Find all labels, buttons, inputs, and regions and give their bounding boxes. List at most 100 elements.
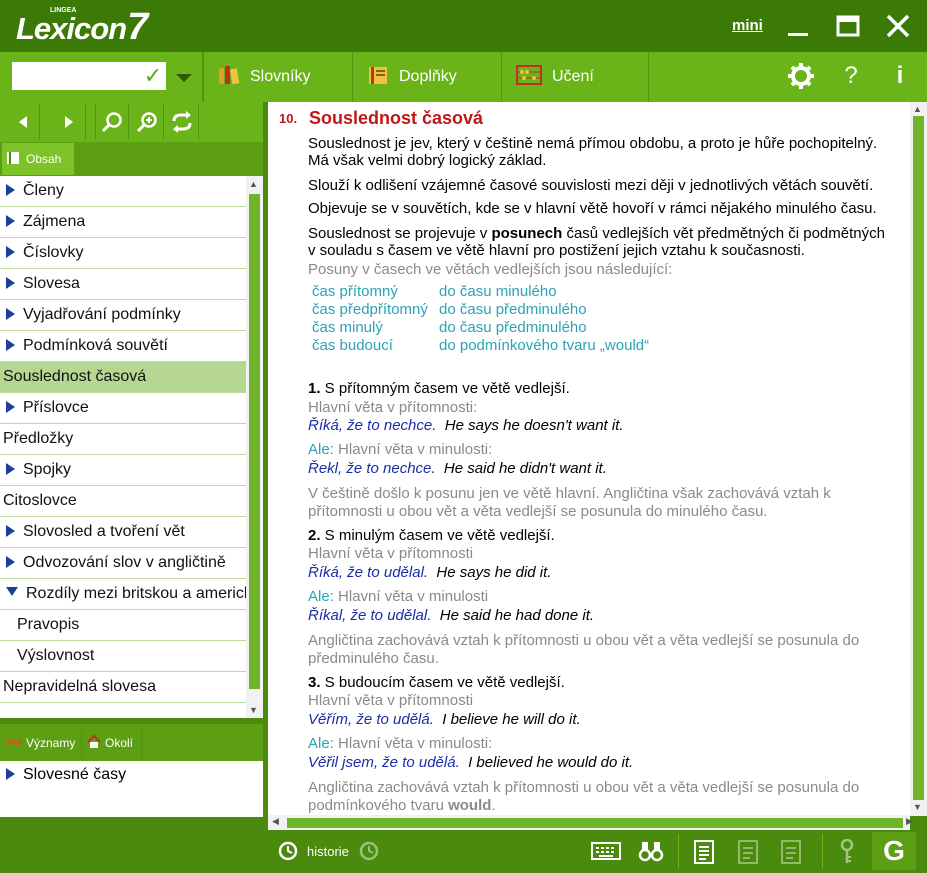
list-item[interactable]: Číslovky	[0, 238, 246, 269]
list-item[interactable]: Slovesa	[0, 269, 246, 300]
scroll-up-icon[interactable]: ▲	[913, 104, 922, 114]
list-item[interactable]: Spojky	[0, 455, 246, 486]
help-icon[interactable]: ?	[841, 62, 861, 90]
list-item[interactable]: Podmínková souvětí	[0, 331, 246, 362]
minimize-icon[interactable]	[786, 14, 810, 38]
list-item[interactable]: Nepravidelná slovesa	[0, 672, 246, 703]
tab-obsah[interactable]: Obsah	[2, 143, 74, 175]
label: Ale: Hlavní věta v minulosti:	[308, 441, 493, 458]
example: Řekl, že to nechce. He said he didn't wa…	[308, 460, 607, 477]
list-item[interactable]: Předložky	[0, 424, 246, 455]
scroll-down-icon[interactable]: ▼	[913, 802, 922, 812]
keyboard-icon[interactable]	[591, 841, 621, 861]
tab-doplnky[interactable]: Doplňky	[352, 52, 500, 102]
list-item-label: Spojky	[23, 461, 72, 478]
scroll-left-icon[interactable]: ◀	[272, 816, 279, 827]
left-scrollbar-thumb[interactable]	[249, 194, 260, 689]
article-title: Souslednost časová	[309, 108, 484, 128]
list-item-label: Zájmena	[23, 213, 86, 230]
example: Říkal, že to udělal. He said he had done…	[308, 607, 595, 624]
expand-arrow-icon[interactable]	[6, 277, 15, 289]
example: Věřím, že to udělá. I believe he will do…	[308, 711, 581, 728]
list-item-label: Slovesa	[23, 275, 80, 292]
list-item[interactable]: Slovosled a tvoření vět	[0, 517, 246, 548]
example: Říká, že to udělal. He says he did it.	[308, 564, 552, 581]
back-icon[interactable]	[6, 104, 40, 140]
paragraph: v souladu s časem ve větě hlavní pro pos…	[308, 242, 805, 259]
mini-mode-link[interactable]: mini	[732, 17, 763, 34]
expand-arrow-icon[interactable]	[6, 556, 15, 568]
history-forward-icon[interactable]	[358, 840, 380, 862]
expand-arrow-icon[interactable]	[6, 184, 15, 196]
list-item-label: Citoslovce	[3, 492, 77, 509]
paragraph: Posuny v časech ve větách vedlejších jso…	[308, 261, 673, 278]
tab-obsah-label: Obsah	[26, 152, 62, 166]
history-icon[interactable]	[277, 840, 299, 862]
table-cell: čas přítomný	[312, 283, 398, 300]
list-item[interactable]: Rozdíly mezi britskou a americkou	[0, 579, 246, 610]
expand-arrow-icon[interactable]	[6, 463, 15, 475]
book-open-icon	[6, 151, 20, 168]
scroll-right-icon[interactable]: ▶	[906, 816, 913, 827]
list-item[interactable]: Výslovnost	[0, 641, 246, 672]
related-item[interactable]: Slovesné časy	[0, 765, 126, 785]
search-icon[interactable]	[95, 104, 129, 140]
list-item[interactable]: Pravopis	[0, 610, 246, 641]
document-icon-2[interactable]	[738, 840, 758, 864]
tab-uceni[interactable]: Učení	[501, 52, 649, 102]
paragraph: Objevuje se v souvětích, kde se v hlavní…	[308, 200, 877, 217]
list-item[interactable]: Odvozování slov v angličtině	[0, 548, 246, 579]
scroll-down-icon[interactable]: ▼	[249, 705, 258, 715]
list-item[interactable]: Citoslovce	[0, 486, 246, 517]
section-heading: 1. S přítomným časem ve větě vedlejší.	[308, 380, 570, 397]
document-icon-3[interactable]	[781, 840, 801, 864]
example: Věřil jsem, že to udělá. I believed he w…	[308, 754, 634, 771]
history-label[interactable]: historie	[307, 844, 349, 859]
close-icon[interactable]	[885, 13, 911, 39]
g-button[interactable]: G	[872, 832, 916, 870]
paragraph: Souslednost je jev, který v češtině nemá…	[308, 135, 878, 152]
document-icon[interactable]	[694, 840, 714, 864]
search-plus-icon[interactable]	[130, 104, 164, 140]
binoculars-icon[interactable]	[638, 840, 664, 862]
expand-arrow-icon[interactable]	[6, 401, 15, 413]
list-item[interactable]: Členy	[0, 176, 246, 207]
table-cell: do času předminulého	[439, 319, 587, 336]
tab-okoli[interactable]: Okolí	[83, 726, 142, 760]
chevron-down-icon[interactable]	[172, 66, 196, 88]
scroll-up-icon[interactable]: ▲	[249, 179, 258, 189]
check-icon[interactable]: ✓	[140, 62, 166, 90]
info-icon[interactable]: i	[893, 62, 907, 90]
note: přítomnosti u obou vět a věta vedlejší s…	[308, 503, 768, 520]
label: Hlavní věta v přítomnosti	[308, 545, 474, 562]
forward-icon[interactable]	[52, 104, 86, 140]
paragraph: Slouží k odlišení vzájemné časové souvis…	[308, 177, 874, 194]
list-item-label: Pravopis	[17, 616, 80, 633]
section-heading: 2. S minulým časem ve větě vedlejší.	[308, 527, 555, 544]
expand-arrow-icon[interactable]	[6, 308, 15, 320]
sync-icon[interactable]	[165, 104, 199, 140]
house-icon	[87, 734, 101, 752]
content-scrollbar-thumb[interactable]	[913, 116, 924, 800]
expand-arrow-icon[interactable]	[6, 339, 15, 351]
expand-arrow-icon[interactable]	[6, 525, 15, 537]
abacus-icon	[516, 64, 542, 90]
tab-uceni-label: Učení	[552, 68, 594, 85]
expand-arrow-icon[interactable]	[6, 246, 15, 258]
list-item[interactable]: Zájmena	[0, 207, 246, 238]
related-item-label: Slovesné časy	[23, 766, 127, 783]
gear-icon[interactable]	[787, 62, 815, 90]
expand-arrow-icon[interactable]	[6, 215, 15, 227]
list-item[interactable]: Příslovce	[0, 393, 246, 424]
list-item[interactable]: Souslednost časová	[0, 362, 246, 393]
horizontal-scrollbar-thumb[interactable]	[287, 818, 903, 828]
search-input[interactable]	[12, 62, 132, 90]
list-item-label: Nepravidelná slovesa	[3, 678, 156, 695]
collapse-arrow-icon[interactable]	[6, 587, 18, 596]
key-icon[interactable]	[839, 838, 855, 865]
tab-vyznamy[interactable]: Významy	[2, 726, 82, 760]
list-item[interactable]: Vyjadřování podmínky	[0, 300, 246, 331]
tab-slovniky[interactable]: Slovníky	[203, 52, 351, 102]
book-icon	[367, 65, 389, 90]
maximize-icon[interactable]	[836, 14, 860, 38]
